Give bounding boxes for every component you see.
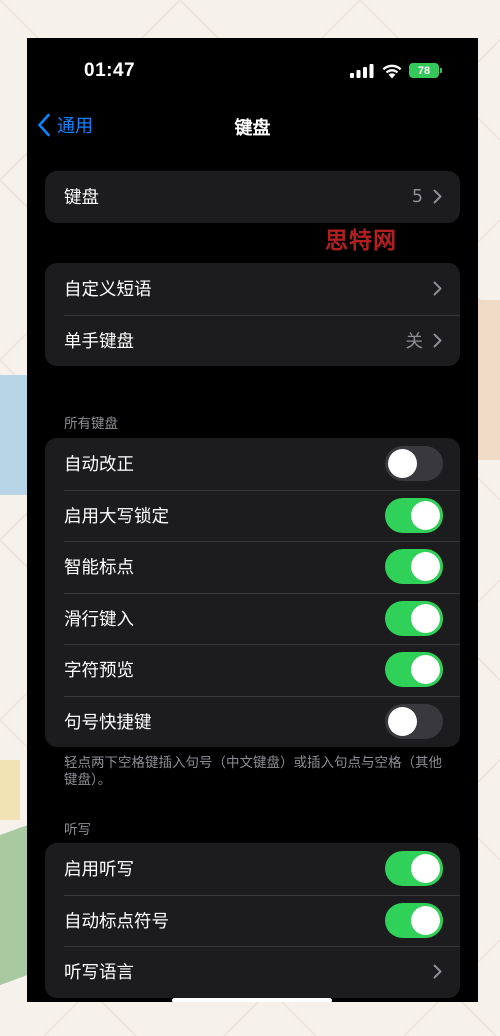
battery-level: 78 [417, 64, 431, 77]
character-preview-row: 字符预览 [45, 644, 460, 696]
background-shape [0, 375, 30, 495]
cellular-signal-icon [350, 64, 374, 78]
auto-punctuation-toggle[interactable] [385, 902, 443, 938]
row-label: 键盘 [64, 188, 99, 209]
auto-correction-row: 自动改正 [45, 438, 460, 490]
row-label: 听写语言 [64, 963, 134, 984]
status-bar: 01:47 78 [27, 38, 478, 102]
all-keyboards-group: 自动改正 启用大写锁定 智能标点 滑行键入 字符预览 句号快捷键 [45, 438, 460, 747]
chevron-right-icon [433, 964, 442, 979]
chevron-right-icon [433, 189, 442, 204]
one-handed-keyboard-row[interactable]: 单手键盘 关 [45, 314, 460, 367]
period-shortcut-toggle[interactable] [385, 703, 443, 739]
row-label: 字符预览 [64, 661, 134, 682]
dictation-group: 启用听写 自动标点符号 听写语言 [45, 843, 460, 998]
row-label: 启用听写 [64, 860, 134, 881]
keyboards-row[interactable]: 键盘 5 [45, 171, 460, 223]
row-label: 自动改正 [64, 455, 134, 476]
dictation-language-row[interactable]: 听写语言 [45, 946, 460, 998]
enable-dictation-row: 启用听写 [45, 843, 460, 895]
shortcuts-group: 自定义短语 单手键盘 关 [45, 263, 460, 366]
toggle-knob [411, 655, 440, 685]
wifi-icon [382, 64, 402, 79]
period-shortcut-footer: 轻点两下空格键插入句号（中文键盘）或插入句点与空格（其他键盘）。 [64, 755, 442, 788]
keyboards-group: 键盘 5 [45, 171, 460, 223]
smart-punctuation-row: 智能标点 [45, 541, 460, 593]
battery-indicator: 78 [409, 63, 439, 78]
toggle-knob [411, 552, 440, 582]
row-label: 滑行键入 [64, 609, 134, 630]
background-shape [0, 824, 28, 986]
one-handed-value: 关 [405, 331, 424, 352]
phone-screen: 01:47 78 通用 键盘 键盘 5 思特网 自定义短语 单手键盘 关 所有键… [27, 38, 478, 1002]
watermark-logo: 思特网 [325, 227, 397, 254]
row-label: 句号快捷键 [64, 712, 152, 733]
row-label: 单手键盘 [64, 331, 134, 352]
keyboards-count: 5 [411, 186, 423, 207]
caps-lock-toggle[interactable] [385, 497, 443, 533]
section-header-all-keyboards: 所有键盘 [64, 416, 118, 432]
chevron-right-icon [433, 333, 442, 348]
home-indicator [172, 998, 332, 1002]
status-time: 01:47 [84, 60, 136, 81]
slide-to-type-toggle[interactable] [385, 600, 443, 636]
page-title: 键盘 [234, 118, 271, 139]
character-preview-toggle[interactable] [385, 652, 443, 688]
caps-lock-row: 启用大写锁定 [45, 489, 460, 542]
navigation-bar: 通用 键盘 [27, 102, 478, 148]
toggle-knob [388, 449, 417, 479]
toggle-knob [411, 905, 440, 935]
text-replacement-row[interactable]: 自定义短语 [45, 263, 460, 315]
toggle-knob [388, 706, 417, 736]
battery-cap [440, 68, 442, 73]
row-label: 启用大写锁定 [64, 506, 169, 527]
toggle-knob [411, 500, 440, 530]
background-shape [0, 760, 20, 820]
slide-to-type-row: 滑行键入 [45, 592, 460, 645]
toggle-knob [411, 603, 440, 633]
period-shortcut-row: 句号快捷键 [45, 695, 460, 748]
smart-punctuation-toggle[interactable] [385, 549, 443, 585]
auto-correction-toggle[interactable] [385, 446, 443, 482]
auto-punctuation-row: 自动标点符号 [45, 894, 460, 947]
section-header-dictation: 听写 [64, 822, 91, 838]
chevron-right-icon [433, 281, 442, 296]
row-label: 自动标点符号 [64, 911, 169, 932]
enable-dictation-toggle[interactable] [385, 851, 443, 887]
row-label: 自定义短语 [64, 280, 152, 301]
toggle-knob [411, 854, 440, 884]
row-label: 智能标点 [64, 558, 134, 579]
